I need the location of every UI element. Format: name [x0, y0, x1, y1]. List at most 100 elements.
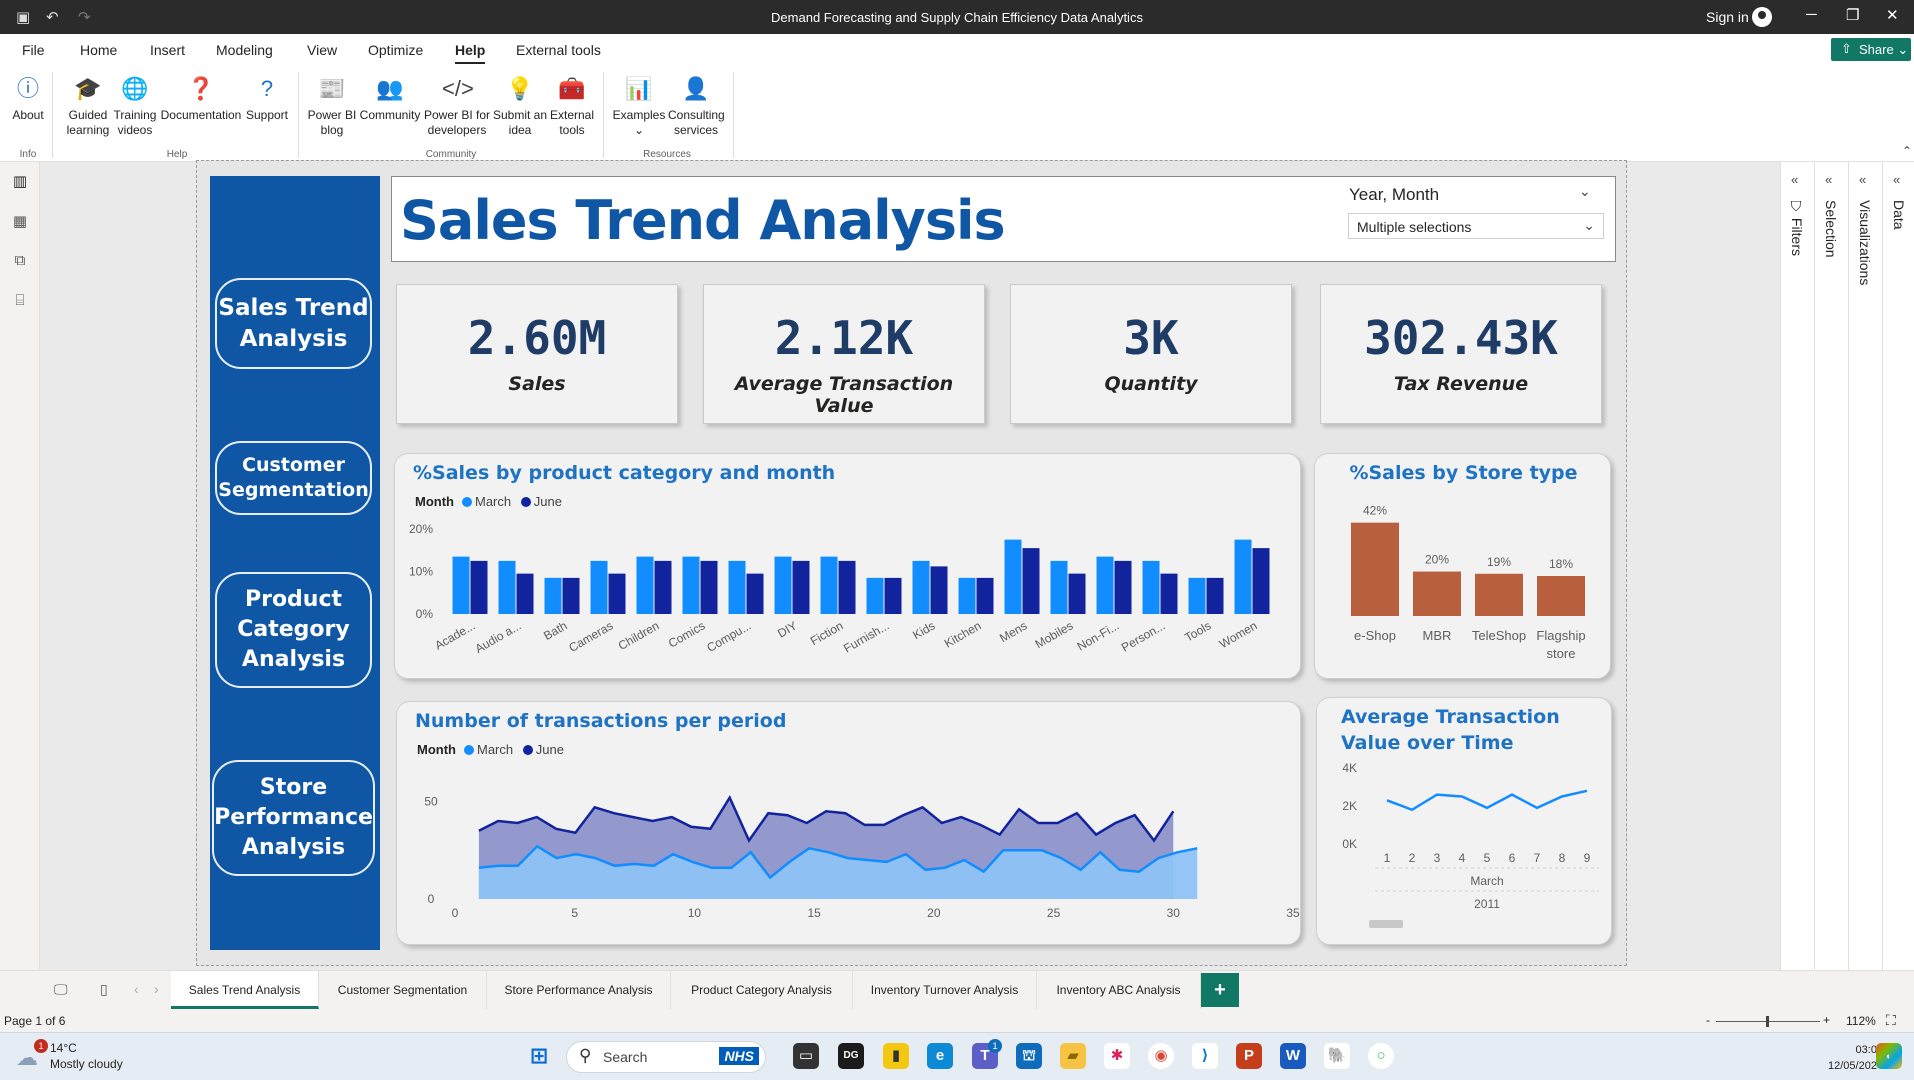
data-label: 42%	[1363, 504, 1387, 518]
nav-store-perf-button[interactable]: Store Performance Analysis	[212, 760, 375, 876]
kpi-value: 302.43K	[1364, 311, 1558, 365]
year-month-slicer-dropdown[interactable]: Multiple selections ⌄	[1348, 213, 1604, 239]
status-ring-icon[interactable]: ○	[1368, 1043, 1394, 1069]
guided-learning-button[interactable]: 🎓 Guided learning	[64, 74, 112, 138]
file-explorer-icon[interactable]: ▰	[1060, 1043, 1086, 1069]
zoom-slider-handle[interactable]	[1766, 1016, 1769, 1027]
table-view-icon[interactable]: ▦	[10, 212, 30, 230]
report-view-icon[interactable]: ▥	[10, 172, 30, 190]
filters-pane[interactable]: « ⛉ Filters	[1781, 162, 1815, 970]
power-bi-icon[interactable]: ▮	[883, 1043, 909, 1069]
close-icon[interactable]: ✕	[1886, 6, 1899, 24]
page-tab-inventory-turnover[interactable]: Inventory Turnover Analysis	[853, 971, 1037, 1009]
chart-sales-by-category[interactable]: %Sales by product category and month Mon…	[394, 453, 1301, 679]
x-tick-label: Non-Fi...	[1075, 618, 1122, 653]
avatar-icon[interactable]	[1752, 7, 1772, 27]
training-videos-button[interactable]: 🌐 Training videos	[112, 74, 158, 138]
consulting-button[interactable]: 👤 Consulting services	[668, 74, 725, 138]
support-button[interactable]: ? Support	[244, 74, 290, 123]
vscode-icon[interactable]: ⟩	[1192, 1043, 1218, 1069]
tab-insert[interactable]: Insert	[150, 42, 185, 58]
minimize-icon[interactable]: ─	[1806, 6, 1817, 23]
expand-icon[interactable]: «	[1859, 172, 1866, 187]
desktop-layout-icon[interactable]: 🖵	[54, 981, 68, 998]
consulting-icon: 👤	[682, 76, 710, 101]
submit-idea-button[interactable]: 💡 Submit an idea	[492, 74, 548, 138]
tab-modeling[interactable]: Modeling	[216, 42, 273, 58]
bar-june	[1252, 548, 1270, 614]
right-panes: « ⛉ Filters « Selection « Visualizations « D…	[1780, 162, 1914, 970]
page-tab-sales-trend[interactable]: Sales Trend Analysis	[171, 971, 319, 1009]
x-tick-label: 2	[1409, 851, 1416, 865]
copilot-icon[interactable]: ◐	[1876, 1043, 1902, 1069]
y-tick-label: 50	[424, 795, 438, 809]
datagrip-icon[interactable]: DG	[838, 1043, 864, 1069]
selection-pane[interactable]: « Selection	[1815, 162, 1849, 970]
tab-help[interactable]: Help	[455, 42, 486, 64]
external-tools-button[interactable]: 🧰 External tools	[548, 74, 596, 138]
page-tab-product-cat[interactable]: Product Category Analysis	[671, 971, 853, 1009]
fit-to-page-icon[interactable]: ⛶	[1886, 1012, 1896, 1029]
expand-icon[interactable]: «	[1893, 172, 1900, 187]
guided-learning-label: Guided learning	[66, 108, 110, 137]
x-tick-label: 5	[1484, 851, 1491, 865]
tab-file[interactable]: File	[22, 42, 45, 58]
restore-icon[interactable]: ❐	[1846, 6, 1859, 24]
clock[interactable]: 03:02 12/05/2024	[1828, 1042, 1883, 1074]
taskbar-search[interactable]: Search NHS	[566, 1041, 766, 1073]
chart-avg-transaction-over-time[interactable]: Average Transaction Value over Time 0K 2K…	[1316, 697, 1612, 945]
sign-in-link[interactable]: Sign in	[1706, 9, 1749, 25]
tab-optimize[interactable]: Optimize	[368, 42, 423, 58]
page-tab-customer-seg[interactable]: Customer Segmentation	[319, 971, 487, 1009]
tab-home[interactable]: Home	[80, 42, 117, 58]
page-tab-inventory-abc[interactable]: Inventory ABC Analysis	[1037, 971, 1201, 1009]
kpi-card-sales[interactable]: 2.60M Sales	[396, 284, 678, 424]
y-tick-label: 10%	[409, 565, 433, 579]
model-view-icon[interactable]: ⧉	[10, 252, 30, 270]
kpi-card-tax-revenue[interactable]: 302.43K Tax Revenue	[1320, 284, 1602, 424]
about-button[interactable]: ⓘ About	[10, 74, 46, 123]
pbi-developers-button[interactable]: </> Power BI for developers	[422, 74, 492, 138]
documentation-button[interactable]: ❓ Documentation	[158, 74, 244, 123]
task-view-icon[interactable]: ▭	[793, 1043, 819, 1069]
page-tab-store-perf[interactable]: Store Performance Analysis	[487, 971, 671, 1009]
data-pane[interactable]: « Data	[1883, 162, 1914, 970]
dax-query-icon[interactable]: ⌸	[10, 292, 30, 310]
slack-icon[interactable]: ✱	[1104, 1043, 1130, 1069]
scroll-left-icon[interactable]: ‹	[134, 981, 139, 997]
nav-sales-trend-button[interactable]: Sales Trend Analysis	[215, 278, 372, 369]
pbi-blog-button[interactable]: 📰 Power BI blog	[306, 74, 358, 138]
edge-icon[interactable]: e	[927, 1043, 953, 1069]
expand-icon[interactable]: «	[1825, 172, 1832, 187]
kpi-card-quantity[interactable]: 3K Quantity	[1010, 284, 1292, 424]
tab-view[interactable]: View	[307, 42, 337, 58]
page-title: Sales Trend Analysis	[400, 189, 1006, 252]
community-button[interactable]: 👥 Community	[358, 74, 422, 123]
category-bar-plot: 0% 10% 20% Acade...Audio a... BathCameras Chi…	[409, 522, 1270, 656]
slicer-chevron-icon[interactable]: ⌄	[1579, 183, 1591, 200]
chart-sales-by-store-type[interactable]: %Sales by Store type 42% e-Shop 20% MBR 19% T…	[1314, 453, 1611, 679]
status-bar: Page 1 of 6 - + 112% ⛶	[0, 1010, 1914, 1032]
tab-external-tools[interactable]: External tools	[516, 42, 601, 58]
visualizations-pane[interactable]: « Visualizations	[1849, 162, 1883, 970]
kpi-card-avg-transaction[interactable]: 2.12K Average Transaction Value	[703, 284, 985, 424]
nav-customer-seg-button[interactable]: Customer Segmentation	[215, 441, 372, 515]
collapse-ribbon-icon[interactable]: ⌃	[1902, 144, 1912, 158]
bar-june	[470, 560, 488, 614]
mobile-layout-icon[interactable]: ▯	[100, 981, 108, 998]
zoom-out-icon[interactable]: -	[1706, 1013, 1710, 1027]
nav-product-cat-button[interactable]: Product Category Analysis	[215, 572, 372, 688]
chart-transactions-per-period[interactable]: Number of transactions per period Month M…	[396, 701, 1301, 945]
scroll-right-icon[interactable]: ›	[154, 981, 159, 997]
examples-button[interactable]: 📊 Examples ⌄	[610, 74, 668, 138]
add-page-button[interactable]: +	[1201, 973, 1239, 1007]
store-icon[interactable]: ⛫	[1016, 1043, 1042, 1069]
expand-icon[interactable]: «	[1791, 172, 1798, 187]
chrome-icon[interactable]: ◉	[1148, 1043, 1174, 1069]
word-icon[interactable]: W	[1280, 1043, 1306, 1069]
zoom-in-icon[interactable]: +	[1823, 1013, 1830, 1027]
powerpoint-icon[interactable]: P	[1236, 1043, 1262, 1069]
windows-start-icon[interactable]: ⊞	[526, 1043, 552, 1069]
share-button[interactable]: Share ⌄	[1831, 38, 1911, 61]
postgres-icon[interactable]: 🐘	[1324, 1043, 1350, 1069]
